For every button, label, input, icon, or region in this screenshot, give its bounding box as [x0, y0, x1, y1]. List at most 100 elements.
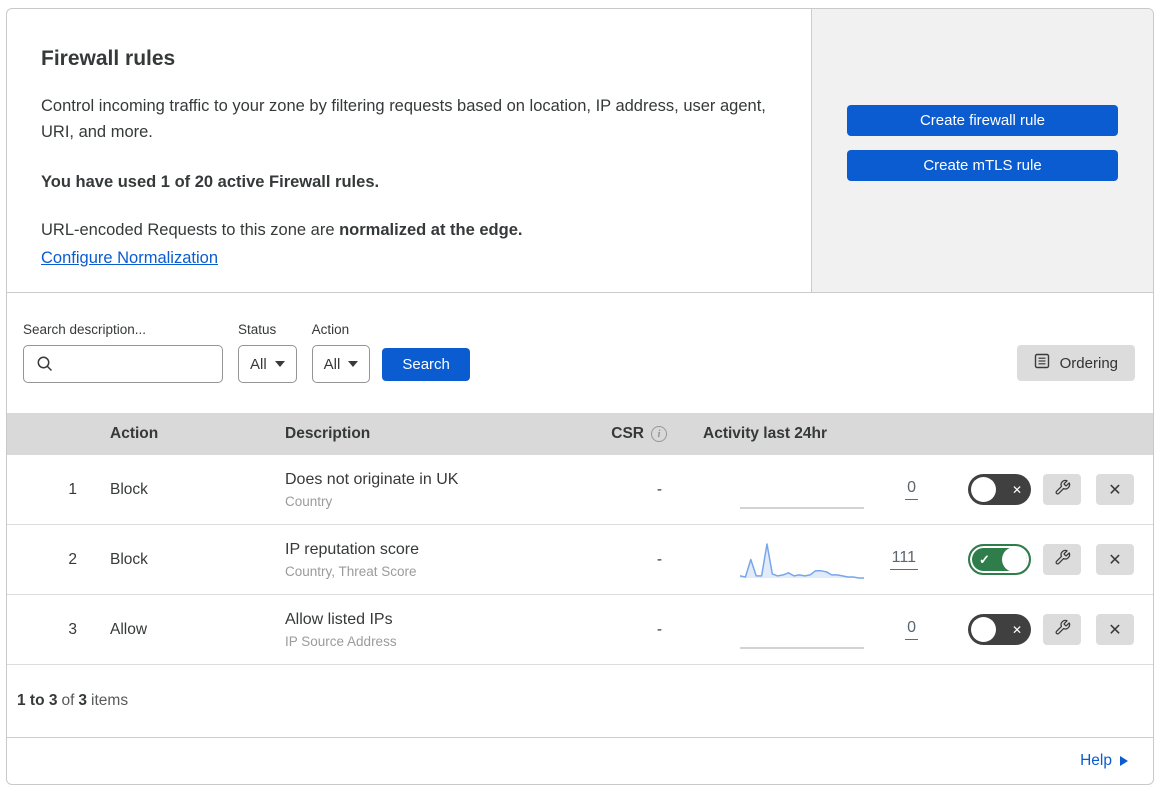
activity-count-wrap: 0 — [868, 479, 918, 500]
rule-description[interactable]: Allow listed IPs — [285, 611, 583, 629]
ordering-list-icon — [1034, 353, 1050, 373]
ordering-button-label: Ordering — [1059, 354, 1118, 372]
toggle-x-icon: ✕ — [1011, 482, 1022, 497]
status-filter-group: Status All — [238, 322, 297, 383]
search-group: Search description... — [23, 322, 223, 383]
search-input-wrap — [23, 345, 223, 383]
items-label: items — [91, 692, 129, 709]
normalization-text: URL-encoded Requests to this zone are no… — [41, 221, 771, 240]
wrench-icon — [1054, 479, 1071, 500]
activity-sparkline — [738, 468, 866, 512]
firewall-rules-card: Firewall rules Control incoming traffic … — [6, 8, 1154, 785]
search-label: Search description... — [23, 322, 147, 337]
items-of-text: of — [61, 692, 75, 709]
ordering-button[interactable]: Ordering — [1016, 345, 1135, 381]
csr-header-label: CSR — [611, 425, 644, 442]
close-icon: ✕ — [1108, 551, 1122, 569]
activity-sparkline — [738, 608, 866, 652]
page-title: Firewall rules — [41, 47, 176, 70]
edit-rule-button[interactable] — [1043, 614, 1081, 645]
normalization-prefix: URL-encoded Requests to this zone are — [41, 221, 340, 239]
rule-csr-value: - — [656, 620, 662, 638]
status-dropdown-value: All — [250, 355, 267, 373]
help-arrow-icon — [1120, 756, 1128, 766]
rule-priority: 3 — [68, 620, 77, 638]
table-row: 3 Allow Allow listed IPs IP Source Addre… — [7, 595, 1153, 665]
normalization-bold: normalized at the edge. — [339, 221, 523, 239]
rule-action: Block — [110, 550, 148, 568]
column-header-description: Description — [285, 425, 371, 442]
items-total: 3 — [78, 692, 88, 709]
column-header-action: Action — [110, 425, 159, 442]
toggle-knob — [1002, 547, 1027, 572]
rule-priority: 1 — [68, 480, 77, 498]
rule-priority: 2 — [68, 550, 77, 568]
toggle-knob — [971, 617, 996, 642]
delete-rule-button[interactable]: ✕ — [1096, 544, 1134, 575]
activity-sparkline — [738, 538, 866, 582]
delete-rule-button[interactable]: ✕ — [1096, 474, 1134, 505]
header-section: Firewall rules Control incoming traffic … — [7, 9, 1153, 293]
activity-count-link[interactable]: 0 — [905, 619, 918, 640]
create-mtls-rule-button[interactable]: Create mTLS rule — [847, 150, 1118, 181]
edit-rule-button[interactable] — [1043, 544, 1081, 575]
close-icon: ✕ — [1108, 481, 1122, 499]
activity-count-wrap: 111 — [868, 549, 918, 570]
chevron-down-icon — [274, 361, 285, 367]
rule-description-cell: Allow listed IPs IP Source Address — [282, 611, 583, 649]
rule-csr-value: - — [656, 480, 662, 498]
action-filter-group: Action All — [311, 322, 371, 383]
firewall-rules-page: Firewall rules Control incoming traffic … — [0, 0, 1161, 793]
header-text-block: Firewall rules Control incoming traffic … — [7, 9, 811, 292]
rule-description[interactable]: IP reputation score — [285, 541, 583, 559]
rule-activity-cell: 0 ✓ ✕ ✕ — [703, 608, 1153, 652]
rule-description-cell: IP reputation score Country, Threat Scor… — [282, 541, 583, 579]
action-label: Action — [311, 322, 350, 337]
configure-normalization-link[interactable]: Configure Normalization — [41, 249, 218, 267]
chevron-down-icon — [348, 361, 359, 367]
toggle-check-icon: ✓ — [979, 551, 990, 567]
actions-panel: Create firewall rule Create mTLS rule — [811, 9, 1153, 292]
delete-rule-button[interactable]: ✕ — [1096, 614, 1134, 645]
action-dropdown-value: All — [323, 355, 341, 373]
usage-notice: You have used 1 of 20 active Firewall ru… — [41, 173, 380, 191]
activity-count-wrap: 0 — [868, 619, 918, 640]
activity-count-link[interactable]: 111 — [889, 549, 918, 570]
rule-enabled-toggle[interactable]: ✓ ✕ — [968, 474, 1031, 505]
column-header-activity: Activity last 24hr — [703, 425, 828, 442]
table-row: 2 Block IP reputation score Country, Thr… — [7, 525, 1153, 595]
action-dropdown[interactable]: All — [311, 345, 371, 383]
create-firewall-rule-button[interactable]: Create firewall rule — [847, 105, 1118, 136]
edit-rule-button[interactable] — [1043, 474, 1081, 505]
rule-enabled-toggle[interactable]: ✓ ✕ — [968, 544, 1031, 575]
search-icon — [36, 355, 54, 378]
close-icon: ✕ — [1108, 621, 1122, 639]
wrench-icon — [1054, 549, 1071, 570]
status-dropdown[interactable]: All — [238, 345, 297, 383]
pagination-summary: 1 to 3 of 3 items — [7, 665, 1153, 738]
column-header-csr: CSR i — [583, 425, 703, 443]
items-range: 1 to 3 — [17, 692, 58, 709]
rule-action: Block — [110, 480, 148, 498]
info-icon[interactable]: i — [651, 426, 667, 442]
rule-enabled-toggle[interactable]: ✓ ✕ — [968, 614, 1031, 645]
wrench-icon — [1054, 619, 1071, 640]
search-button[interactable]: Search — [382, 348, 470, 381]
rule-description[interactable]: Does not originate in UK — [285, 471, 583, 489]
rule-action: Allow — [110, 620, 148, 638]
toggle-x-icon: ✕ — [1011, 622, 1022, 637]
rule-match-fields: IP Source Address — [285, 633, 397, 649]
rule-activity-cell: 111 ✓ ✕ ✕ — [703, 538, 1153, 582]
rule-match-fields: Country, Threat Score — [285, 563, 417, 579]
filter-bar: Search description... Status All Action — [7, 293, 1153, 413]
rule-description-cell: Does not originate in UK Country — [282, 471, 583, 509]
status-label: Status — [238, 322, 277, 337]
toggle-knob — [971, 477, 996, 502]
activity-count-link[interactable]: 0 — [905, 479, 918, 500]
help-link-label: Help — [1080, 752, 1112, 769]
help-link[interactable]: Help — [1080, 752, 1128, 770]
table-row: 1 Block Does not originate in UK Country… — [7, 455, 1153, 525]
rule-csr-value: - — [656, 550, 662, 568]
help-bar: Help — [7, 738, 1153, 784]
page-description: Control incoming traffic to your zone by… — [41, 97, 766, 141]
